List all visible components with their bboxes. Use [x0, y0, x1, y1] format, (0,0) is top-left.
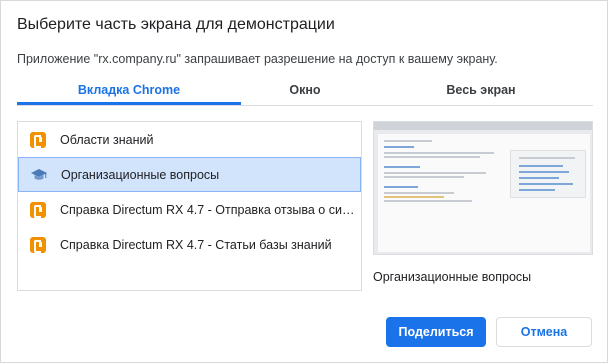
- tab-label: Вкладка Chrome: [77, 83, 181, 97]
- directum-app-icon: [30, 236, 46, 253]
- list-item-help-feedback[interactable]: Справка Directum RX 4.7 - Отправка отзыв…: [18, 192, 361, 227]
- cancel-button[interactable]: Отмена: [496, 317, 592, 347]
- active-tab-indicator: [17, 102, 241, 105]
- list-item-knowledge-areas[interactable]: Области знаний: [18, 122, 361, 157]
- directum-app-icon: [30, 131, 46, 148]
- tab-label: Весь экран: [446, 83, 516, 97]
- tab-preview-thumbnail: [373, 121, 593, 255]
- tab-chrome-tab[interactable]: Вкладка Chrome: [17, 79, 241, 106]
- share-screen-dialog: Выберите часть экрана для демонстрации П…: [0, 0, 608, 363]
- directum-app-icon: [30, 201, 46, 218]
- preview-caption: Организационные вопросы: [373, 270, 532, 284]
- dialog-title: Выберите часть экрана для демонстрации: [17, 16, 335, 33]
- source-tabs: Вкладка Chrome Окно Весь экран: [17, 79, 593, 106]
- list-item-label: Области знаний: [60, 132, 154, 147]
- tab-entire-screen[interactable]: Весь экран: [369, 79, 593, 106]
- list-item-label: Организационные вопросы: [61, 167, 220, 182]
- tab-list: Области знаний Организационные вопросы С…: [17, 121, 362, 291]
- share-button[interactable]: Поделиться: [386, 317, 486, 347]
- list-item-help-articles[interactable]: Справка Directum RX 4.7 - Статьи базы зн…: [18, 227, 361, 262]
- dialog-subtitle: Приложение "rx.company.ru" запрашивает р…: [17, 52, 498, 66]
- tab-label: Окно: [289, 83, 321, 97]
- graduation-cap-icon: [31, 167, 47, 183]
- list-item-label: Справка Directum RX 4.7 - Отправка отзыв…: [60, 202, 355, 217]
- list-item-organizational-questions[interactable]: Организационные вопросы: [18, 157, 361, 192]
- tab-window[interactable]: Окно: [241, 79, 369, 106]
- list-item-label: Справка Directum RX 4.7 - Статьи базы зн…: [60, 237, 332, 252]
